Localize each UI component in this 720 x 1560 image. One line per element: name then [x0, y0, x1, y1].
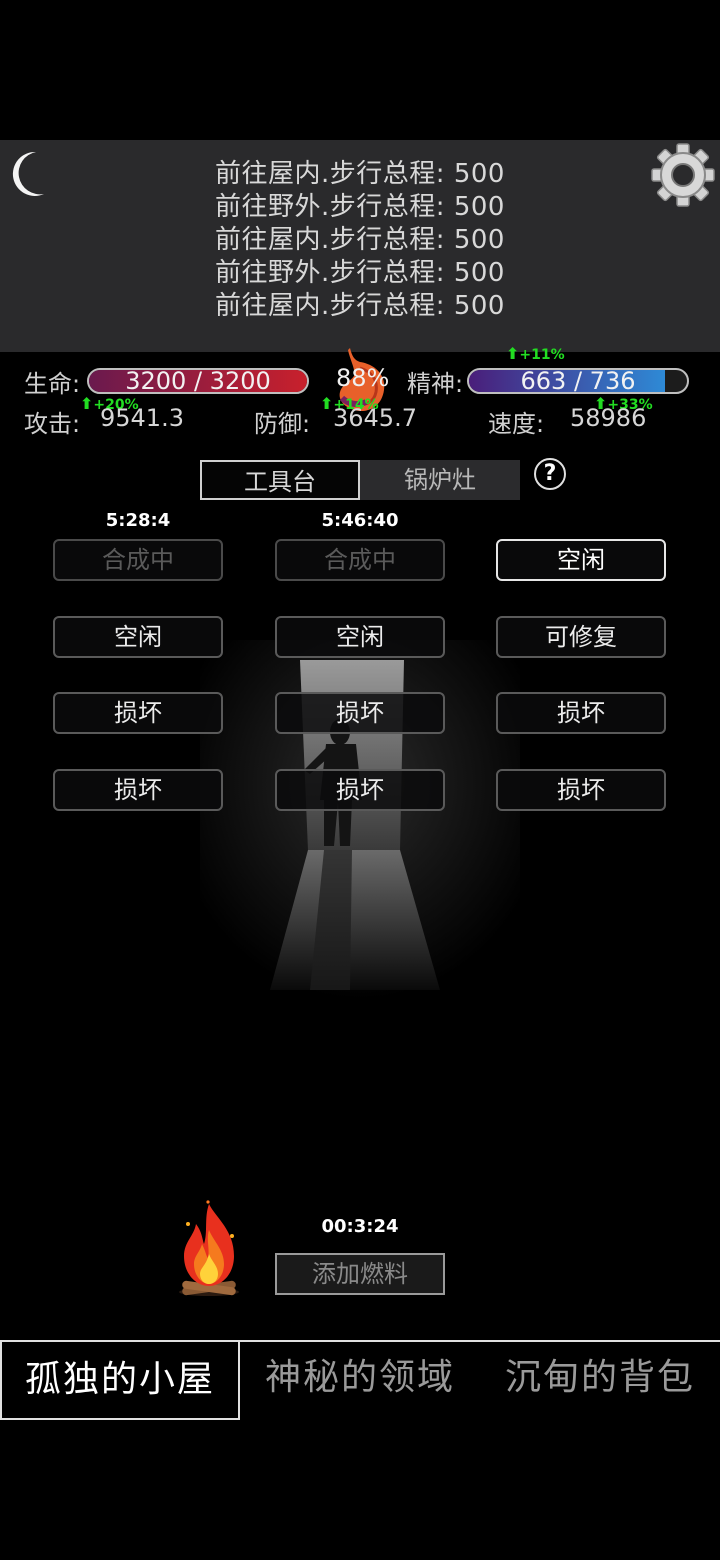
log-line: 前往野外.步行总程: 500 [215, 192, 505, 222]
spirit-bar-text: 663 / 736 [520, 368, 636, 394]
attack-value: 9541.3 [100, 404, 184, 432]
spirit-boost-value: +11% [519, 347, 565, 363]
defense-value: 3645.7 [333, 404, 417, 432]
slot-timer: 5:28:4 [105, 510, 171, 531]
log-line: 前往屋内.步行总程: 500 [215, 291, 505, 321]
slot-broken[interactable]: 损坏 [53, 769, 223, 811]
spirit-bar: 663 / 736 [467, 368, 689, 394]
slot-broken[interactable]: 损坏 [275, 769, 445, 811]
up-arrow-icon: ⬆ [320, 394, 334, 413]
hp-bar: 3200 / 3200 [87, 368, 309, 394]
slot-broken[interactable]: 损坏 [275, 692, 445, 734]
log-line: 前往野外.步行总程: 500 [215, 258, 505, 288]
log-line: 前往屋内.步行总程: 500 [215, 225, 505, 255]
tab-stove[interactable]: 锅炉灶 [360, 460, 520, 500]
tab-mysterious-domain[interactable]: 神秘的领域 [240, 1340, 480, 1420]
tab-heavy-backpack[interactable]: 沉甸的背包 [480, 1340, 720, 1420]
slot-crafting[interactable]: 合成中 [53, 539, 223, 581]
log-line: 前往屋内.步行总程: 500 [215, 159, 505, 189]
slot-idle[interactable]: 空闲 [53, 616, 223, 658]
tab-lonely-cabin[interactable]: 孤独的小屋 [0, 1340, 240, 1420]
event-log: 前往屋内.步行总程: 500 前往野外.步行总程: 500 前往屋内.步行总程:… [0, 158, 720, 323]
campfire-icon[interactable] [168, 1196, 250, 1300]
hp-bar-text: 3200 / 3200 [125, 368, 271, 394]
add-fuel-button[interactable]: 添加燃料 [275, 1253, 445, 1295]
slot-broken[interactable]: 损坏 [53, 692, 223, 734]
slot-broken[interactable]: 损坏 [496, 769, 666, 811]
spirit-boost: ⬆+11% [506, 344, 565, 363]
spirit-label: 精神: [407, 370, 464, 398]
slot-timer: 5:46:40 [321, 510, 399, 531]
help-icon[interactable]: ? [534, 458, 566, 490]
slot-crafting[interactable]: 合成中 [275, 539, 445, 581]
speed-label: 速度: [488, 410, 545, 438]
up-arrow-icon: ⬆ [506, 344, 520, 363]
fire-timer: 00:3:24 [321, 1216, 399, 1237]
slot-idle[interactable]: 空闲 [275, 616, 445, 658]
hp-label: 生命: [24, 370, 81, 398]
tab-workbench[interactable]: 工具台 [200, 460, 360, 500]
defense-label: 防御: [254, 410, 311, 438]
slot-broken[interactable]: 损坏 [496, 692, 666, 734]
speed-value: 58986 [570, 404, 647, 432]
satiety-percent: 88% [336, 364, 390, 392]
game-screen: 前往屋内.步行总程: 500 前往野外.步行总程: 500 前往屋内.步行总程:… [0, 0, 720, 1560]
attack-label: 攻击: [24, 410, 81, 438]
slot-idle-selected[interactable]: 空闲 [496, 539, 666, 581]
slot-repairable[interactable]: 可修复 [496, 616, 666, 658]
up-arrow-icon: ⬆ [80, 394, 94, 413]
